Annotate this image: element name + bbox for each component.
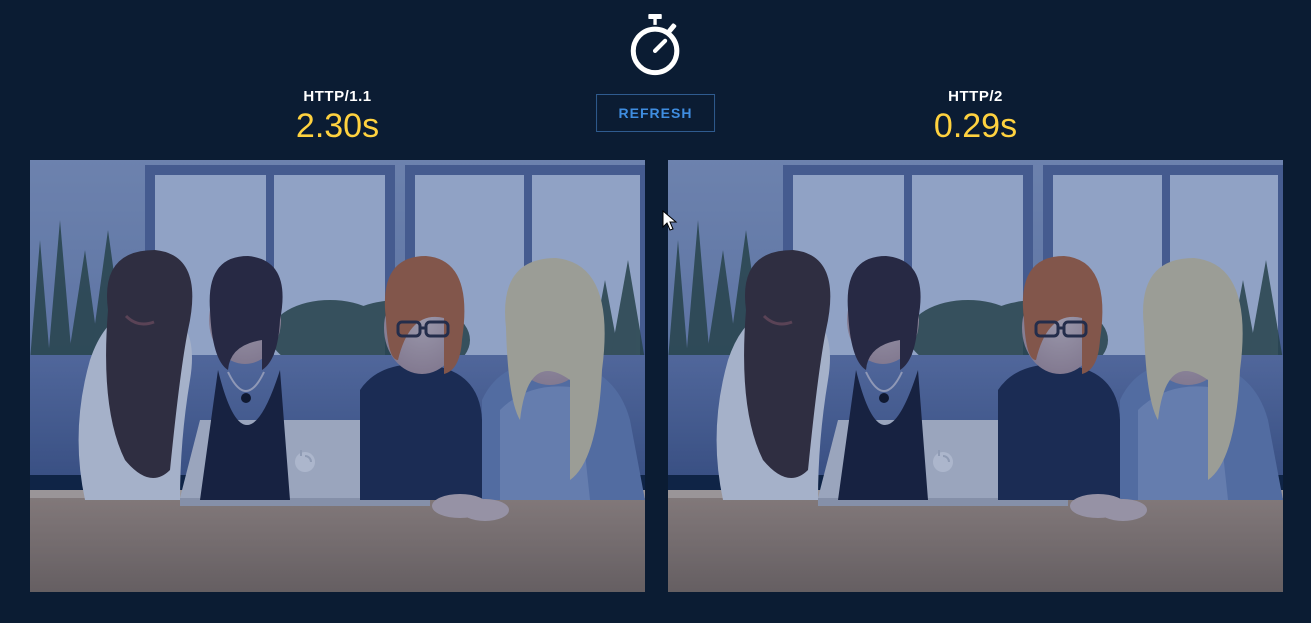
- page-root: REFRESH HTTP/1.1 2.30s: [0, 0, 1311, 623]
- http2-label: HTTP/2: [668, 88, 1283, 105]
- http2-time: 0.29s: [668, 107, 1283, 146]
- http1-image: [30, 160, 645, 592]
- stopwatch-icon: [626, 10, 686, 80]
- http1-time: 2.30s: [30, 107, 645, 146]
- http2-panel: HTTP/2 0.29s: [668, 88, 1283, 592]
- http2-image: [668, 160, 1283, 592]
- http1-panel: HTTP/1.1 2.30s: [30, 88, 645, 592]
- http1-label: HTTP/1.1: [30, 88, 645, 105]
